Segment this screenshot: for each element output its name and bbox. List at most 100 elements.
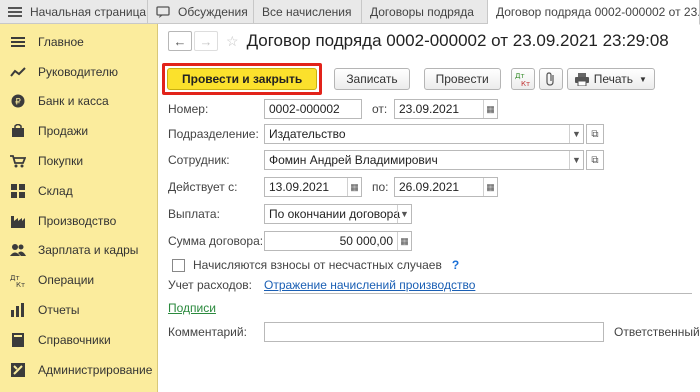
- date-field[interactable]: 23.09.2021 ▦: [394, 99, 498, 119]
- factory-icon: [10, 214, 26, 228]
- back-button[interactable]: ←: [168, 31, 192, 51]
- chevron-down-icon[interactable]: ▼: [569, 151, 583, 169]
- page-title: Договор подряда 0002-000002 от 23.09.202…: [246, 31, 669, 50]
- menu-icon: [10, 35, 26, 49]
- sidebar-item-bank[interactable]: ₽ Банк и касса: [0, 87, 157, 117]
- forward-button[interactable]: →: [194, 31, 218, 51]
- valid-to-field[interactable]: 26.09.2021 ▦: [394, 177, 498, 197]
- comment-field[interactable]: [264, 322, 604, 342]
- employee-field[interactable]: Фомин Андрей Владимирович ▼: [264, 150, 584, 170]
- date-from-label: от:: [372, 102, 388, 116]
- post-and-close-button[interactable]: Провести и закрыть: [167, 68, 318, 90]
- division-value: Издательство: [269, 127, 346, 141]
- division-field[interactable]: Издательство ▼: [264, 124, 584, 144]
- amount-value: 50 000,00: [339, 234, 393, 248]
- calendar-icon[interactable]: ▦: [347, 178, 361, 196]
- sidebar-item-sales[interactable]: Продажи: [0, 116, 157, 146]
- accounting-link[interactable]: Отражение начислений производство: [264, 278, 475, 292]
- tab-contracts-label: Договоры подряда: [370, 5, 474, 19]
- payment-row: Выплата: По окончании договора ▼: [168, 204, 412, 224]
- dt-kt-top: Дт: [515, 72, 525, 80]
- signatures-link[interactable]: Подписи: [168, 301, 216, 315]
- sidebar: Главное Руководителю ₽ Банк и касса Прод…: [0, 24, 158, 392]
- valid-from-value: 13.09.2021: [269, 180, 330, 194]
- sidebar-item-operations[interactable]: Дт Кт Операции: [0, 265, 157, 295]
- highlight-frame: Провести и закрыть: [162, 63, 323, 95]
- report-icon: [10, 303, 26, 318]
- chevron-down-icon[interactable]: ▼: [569, 125, 583, 143]
- sidebar-item-production[interactable]: Производство: [0, 206, 157, 236]
- dt-kt-icon: ДтКт: [10, 273, 26, 287]
- people-icon: [10, 243, 26, 257]
- tab-home-label: Начальная страница: [30, 5, 147, 19]
- svg-text:Кт: Кт: [16, 281, 25, 287]
- help-icon[interactable]: ?: [452, 258, 459, 272]
- print-button[interactable]: Печать ▼: [566, 68, 655, 90]
- accounting-label: Учет расходов:: [168, 278, 252, 292]
- chat-icon: [156, 6, 170, 18]
- command-bar: Провести и закрыть Записать Провести Дт К…: [162, 63, 655, 95]
- book-icon: [10, 332, 26, 347]
- number-field[interactable]: 0002-000002: [264, 99, 362, 119]
- sidebar-item-label: Склад: [38, 183, 73, 198]
- sidebar-item-purchases[interactable]: Покупки: [0, 146, 157, 176]
- arrow-right-icon: →: [199, 33, 213, 49]
- open-icon[interactable]: ⧉: [586, 150, 604, 170]
- comment-row: Комментарий: Ответственный:: [168, 322, 700, 342]
- bag-icon: [10, 124, 26, 138]
- sidebar-item-label: Справочники: [38, 332, 111, 347]
- amount-row: Сумма договора: 50 000,00 ▦: [168, 231, 412, 251]
- ruble-icon: ₽: [10, 94, 26, 108]
- date-value: 23.09.2021: [399, 102, 460, 116]
- paperclip-icon: [546, 72, 554, 86]
- post-button[interactable]: Провести: [423, 68, 501, 90]
- tab-contract-document[interactable]: Договор подряда 0002-000002 от 23.09.202…: [488, 0, 700, 25]
- sidebar-item-label: Администрирование: [38, 362, 153, 377]
- tab-discussions[interactable]: Обсуждения: [148, 0, 254, 24]
- open-icon[interactable]: ⧉: [586, 124, 604, 144]
- save-button[interactable]: Записать: [334, 68, 410, 90]
- favorite-star-icon[interactable]: ☆: [226, 33, 239, 50]
- employee-label: Сотрудник:: [168, 153, 230, 167]
- sidebar-item-label: Покупки: [38, 154, 84, 169]
- warehouse-icon: [10, 183, 26, 198]
- tab-contract-document-label: Договор подряда 0002-000002 от 23.09.202…: [496, 5, 699, 19]
- printer-icon: [574, 72, 589, 86]
- tab-home[interactable]: Начальная страница: [0, 0, 148, 24]
- tab-all-accruals-label: Все начисления: [262, 5, 352, 19]
- sidebar-item-warehouse[interactable]: Склад: [0, 176, 157, 206]
- sidebar-item-references[interactable]: Справочники: [0, 325, 157, 355]
- sidebar-item-main[interactable]: Главное: [0, 27, 157, 57]
- number-value: 0002-000002: [269, 102, 340, 116]
- tab-contracts[interactable]: Договоры подряда: [362, 0, 488, 24]
- calendar-icon[interactable]: ▦: [483, 178, 497, 196]
- valid-from-field[interactable]: 13.09.2021 ▦: [264, 177, 362, 197]
- payment-label: Выплата:: [168, 207, 220, 221]
- chevron-down-icon: ▼: [639, 74, 647, 84]
- amount-field[interactable]: 50 000,00 ▦: [264, 231, 412, 251]
- payment-select[interactable]: По окончании договора ▼: [264, 204, 412, 224]
- sidebar-item-label: Производство: [38, 213, 117, 228]
- division-row: Подразделение: Издательство ▼ ⧉: [168, 124, 604, 144]
- sidebar-item-label: Зарплата и кадры: [38, 243, 139, 258]
- tab-discussions-label: Обсуждения: [178, 5, 248, 19]
- valid-to-value: 26.09.2021: [399, 180, 460, 194]
- calculator-icon[interactable]: ▦: [397, 232, 411, 250]
- insurance-checkbox[interactable]: [172, 258, 185, 272]
- sidebar-item-payroll[interactable]: Зарплата и кадры: [0, 236, 157, 266]
- cart-icon: [10, 154, 26, 168]
- sidebar-item-reports[interactable]: Отчеты: [0, 295, 157, 325]
- sidebar-item-label: Главное: [38, 34, 84, 49]
- tab-all-accruals[interactable]: Все начисления: [254, 0, 362, 24]
- insurance-row: Начисляются взносы от несчастных случаев…: [172, 258, 459, 272]
- chevron-down-icon[interactable]: ▼: [397, 205, 411, 223]
- dt-kt-button[interactable]: Дт Кт: [510, 68, 535, 90]
- signatures-row: Подписи: [168, 301, 216, 315]
- home-icon: [8, 6, 22, 18]
- settings-icon: [10, 362, 26, 377]
- print-label: Печать: [593, 72, 633, 86]
- calendar-icon[interactable]: ▦: [483, 100, 497, 118]
- sidebar-item-manager[interactable]: Руководителю: [0, 57, 157, 87]
- sidebar-item-admin[interactable]: Администрирование: [0, 355, 157, 385]
- attach-button[interactable]: [538, 68, 563, 90]
